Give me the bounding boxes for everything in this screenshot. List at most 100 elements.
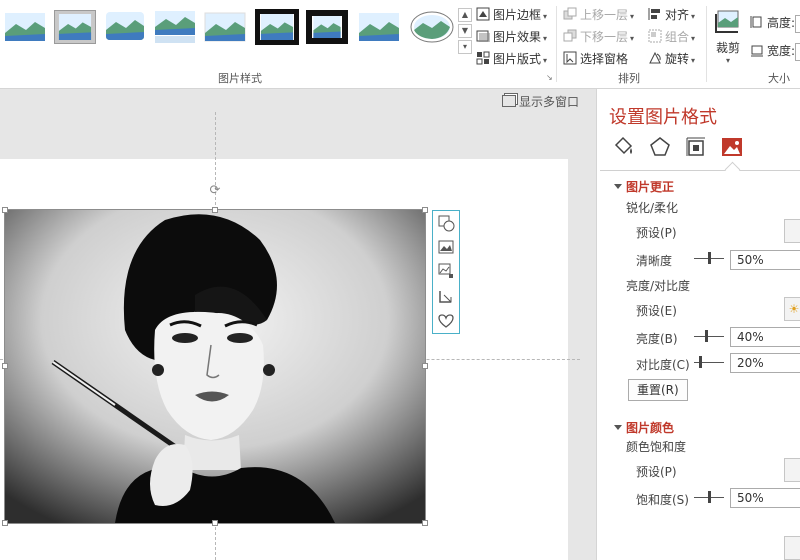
height-input[interactable] xyxy=(795,14,800,33)
size-properties-icon[interactable] xyxy=(684,135,708,159)
picture-border-icon xyxy=(476,7,490,21)
sharpness-input[interactable]: 50% xyxy=(730,250,800,270)
resize-handle-bottom[interactable] xyxy=(212,520,218,526)
picture-styles-launcher-icon[interactable]: ↘ xyxy=(546,73,554,82)
height-label: 高度: xyxy=(767,16,796,30)
effects-pentagon-icon[interactable] xyxy=(648,135,672,159)
width-field[interactable]: 宽度: xyxy=(750,42,800,61)
picture-style-6[interactable] xyxy=(255,9,299,45)
ribbon-separator xyxy=(706,6,707,82)
picture-style-5[interactable] xyxy=(204,10,246,44)
send-backward-button[interactable]: 下移一层 ▾ xyxy=(563,28,634,46)
saturation-slider[interactable] xyxy=(694,491,724,503)
picture-layout-button[interactable]: 图片版式 ▾ xyxy=(476,50,547,68)
width-label: 宽度: xyxy=(767,44,796,58)
show-multiple-windows-button[interactable]: 显示多窗口 xyxy=(502,93,579,110)
sharpen-preset-button[interactable] xyxy=(784,219,800,243)
group-button[interactable]: 组合 ▾ xyxy=(648,28,695,46)
picture-style-1[interactable] xyxy=(4,10,46,44)
sharpness-slider[interactable] xyxy=(694,252,724,264)
active-tab-indicator xyxy=(600,170,800,171)
picture-style-8[interactable] xyxy=(358,10,400,44)
picture-border-button[interactable]: 图片边框 ▾ xyxy=(476,6,547,24)
chevron-down-icon: ▾ xyxy=(543,34,548,43)
picture-styles-group-label: 图片样式 xyxy=(218,72,262,85)
brightness-input[interactable]: 40% xyxy=(730,327,800,347)
picture-styles-icon[interactable] xyxy=(437,238,455,256)
picture-style-3[interactable] xyxy=(104,10,146,44)
picture-style-7[interactable] xyxy=(306,10,348,44)
pane-title: 设置图片格式 xyxy=(609,107,717,128)
ribbon: ▲ ▼ ▾ 图片边框 ▾ 图片效果 ▾ 图片版式 ▾ ↘ 图片样式 上移一层 ▾ 下移一… xyxy=(0,0,800,89)
picture-border-label: 图片边框 xyxy=(493,8,542,22)
chevron-down-icon: ▾ xyxy=(630,34,635,43)
resize-handle-top-right[interactable] xyxy=(422,207,428,213)
resize-handle-bottom-left[interactable] xyxy=(2,520,8,526)
brightness-preset-button[interactable]: ☀ xyxy=(784,297,800,321)
picture-layout-icon xyxy=(476,51,490,65)
selection-pane-button[interactable]: 选择窗格 xyxy=(563,50,628,68)
resize-handle-bottom-right[interactable] xyxy=(422,520,428,526)
color-tone-preset-button[interactable] xyxy=(784,536,800,560)
brightness-label: 亮度(B) xyxy=(636,332,678,346)
crop-label: 裁剪 xyxy=(715,41,740,55)
sun-icon: ☀ xyxy=(788,302,800,316)
picture-style-9[interactable] xyxy=(410,10,454,44)
picture-style-2[interactable] xyxy=(54,10,96,44)
picture-tab-icon[interactable] xyxy=(720,135,744,159)
show-multiple-windows-label: 显示多窗口 xyxy=(519,95,580,109)
rotate-button[interactable]: 旋转 ▾ xyxy=(648,50,695,68)
picture-color-title[interactable]: 图片颜色 xyxy=(626,419,674,436)
contrast-slider[interactable] xyxy=(694,356,724,368)
resize-handle-left[interactable] xyxy=(2,363,8,369)
align-button[interactable]: 对齐 ▾ xyxy=(648,6,695,24)
brightness-contrast-label: 亮度/对比度 xyxy=(626,279,691,293)
fill-line-icon[interactable] xyxy=(612,135,636,159)
picture-effects-button[interactable]: 图片效果 ▾ xyxy=(476,28,547,46)
brightness-slider[interactable] xyxy=(694,330,724,342)
selection-pane-label: 选择窗格 xyxy=(580,52,629,66)
group-label: 组合 xyxy=(665,30,690,44)
chevron-down-icon: ▾ xyxy=(543,12,548,21)
height-field[interactable]: 高度: xyxy=(750,14,800,33)
slider-thumb[interactable] xyxy=(699,356,703,368)
saturation-label: 饱和度(S) xyxy=(636,493,689,507)
sharpen-soften-label: 锐化/柔化 xyxy=(626,201,679,215)
slider-thumb[interactable] xyxy=(707,491,711,503)
resize-handle-top-left[interactable] xyxy=(2,207,8,213)
send-backward-icon xyxy=(563,29,577,43)
slider-thumb[interactable] xyxy=(707,252,711,264)
bring-forward-button[interactable]: 上移一层 ▾ xyxy=(563,6,634,24)
picture-layout-options-icon[interactable] xyxy=(437,262,455,280)
chevron-down-icon: ▾ xyxy=(725,56,730,65)
ribbon-separator xyxy=(556,6,557,82)
slider-thumb[interactable] xyxy=(704,330,708,342)
portrait-picture[interactable] xyxy=(5,210,425,523)
size-group-label: 大小 xyxy=(768,72,790,85)
gallery-more-button[interactable]: ▾ xyxy=(458,40,472,54)
contrast-input[interactable]: 20% xyxy=(730,353,800,373)
saturation-preset-button[interactable] xyxy=(784,458,800,482)
crop-resize-icon[interactable] xyxy=(437,288,455,306)
saturation-input[interactable]: 50% xyxy=(730,488,800,508)
picture-style-4[interactable] xyxy=(154,10,196,44)
gallery-scroll-up-button[interactable]: ▲ xyxy=(458,8,472,22)
picture-corrections-title[interactable]: 图片更正 xyxy=(626,178,674,195)
group-icon xyxy=(648,29,662,43)
resize-handle-top[interactable] xyxy=(212,207,218,213)
width-input[interactable] xyxy=(795,42,800,61)
chevron-down-icon: ▾ xyxy=(691,56,696,65)
resize-handle-right[interactable] xyxy=(422,363,428,369)
reset-button[interactable]: 重置(R) xyxy=(628,379,688,401)
rotate-handle-icon[interactable]: ⟳ xyxy=(208,184,222,198)
chevron-down-icon: ▾ xyxy=(691,12,696,21)
gallery-scroll-down-button[interactable]: ▼ xyxy=(458,24,472,38)
collapse-caret-icon[interactable] xyxy=(614,184,622,189)
arrange-group-label: 排列 xyxy=(618,72,640,85)
picture-effects-icon xyxy=(476,29,490,43)
collapse-caret-icon[interactable] xyxy=(614,425,622,430)
sharpen-preset-label: 预设(P) xyxy=(636,226,677,240)
heart-icon[interactable] xyxy=(437,312,455,330)
shape-layout-icon[interactable] xyxy=(437,214,455,232)
crop-button[interactable]: 裁剪 ▾ xyxy=(710,8,746,66)
